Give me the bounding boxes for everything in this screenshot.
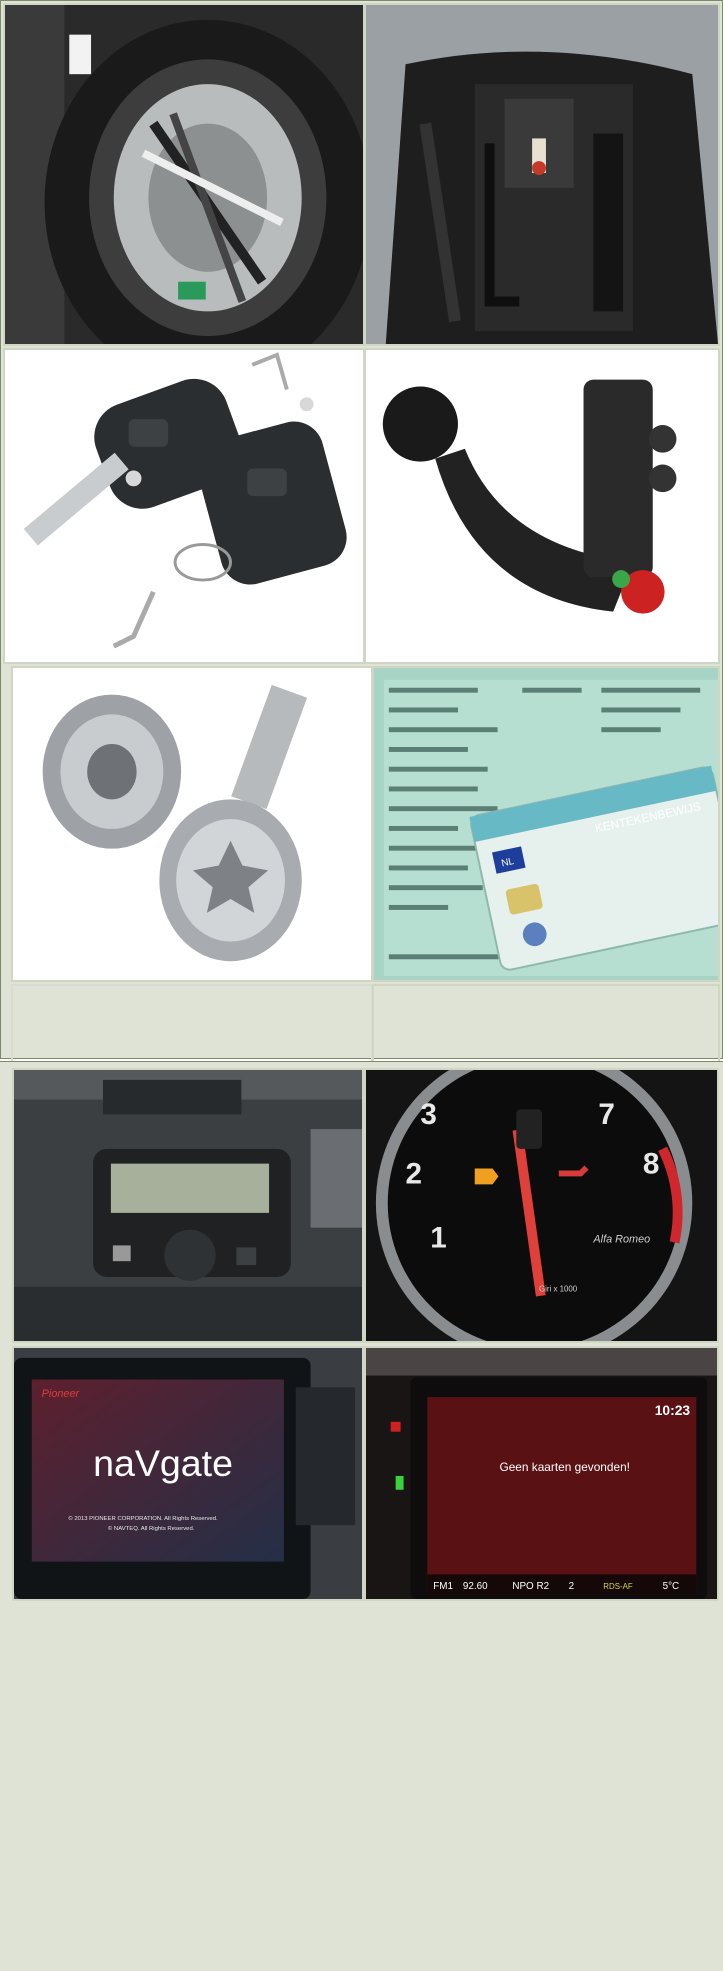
navigation-radio-display-photo: 10:23 Geen kaarten gevonden! FM1 92.60 N… <box>364 1346 719 1601</box>
owners-manual-photo-row4 <box>10 983 372 1059</box>
radio-station: NPO R2 <box>512 1581 549 1592</box>
radio-frequency: 92.60 <box>463 1581 488 1592</box>
tow-hitch-photo <box>364 348 720 664</box>
gauge-tick-8: 8 <box>643 1148 659 1181</box>
gauge-brand: Alfa Romeo <box>592 1233 650 1245</box>
radio-preset: 2 <box>569 1581 574 1592</box>
navgate-copyright-1: © 2013 PIONEER CORPORATION. All Rights R… <box>68 1515 218 1522</box>
top-photo-panel: KENTEKENBEWIJS NL <box>0 0 723 1284</box>
flip-car-keys-photo <box>3 348 365 664</box>
navgate-pioneer-brand: Pioneer <box>42 1388 80 1400</box>
vehicle-registration-card-photo: KENTEKENBEWIJS NL <box>372 666 720 982</box>
gauge-unit: Giri x 1000 <box>539 1285 578 1294</box>
radio-band: FM1 <box>433 1581 453 1592</box>
radio-clock: 10:23 <box>655 1402 691 1418</box>
radio-temperature: 5°C <box>663 1581 680 1592</box>
bottom-photo-panel: 3 2 1 7 8 Alfa Romeo Giri x 1000 Pioneer… <box>0 1061 723 1971</box>
locking-wheel-bolt-photo <box>11 666 373 982</box>
gauge-tick-1: 1 <box>430 1221 446 1254</box>
pioneer-navgate-screen-photo: Pioneer naVgate © 2013 PIONEER CORPORATI… <box>12 1346 364 1601</box>
gauge-tick-2: 2 <box>406 1157 422 1190</box>
navgate-logo: naVgate <box>93 1442 233 1484</box>
radio-rds: RDS-AF <box>603 1582 633 1591</box>
rev-counter-warning-lights-photo: 3 2 1 7 8 Alfa Romeo Giri x 1000 <box>364 1068 719 1343</box>
spare-wheel-toolkit-photo <box>3 3 365 346</box>
navgate-copyright-2: © NAVTEQ. All Rights Reserved. <box>108 1525 195 1532</box>
gauge-tick-7: 7 <box>598 1098 614 1131</box>
handsfree-car-kit-photo <box>12 1068 364 1343</box>
gauge-tick-3: 3 <box>420 1098 436 1131</box>
trunk-storage-tray-photo <box>364 3 720 346</box>
radio-no-maps-message: Geen kaarten gevonden! <box>499 1460 630 1474</box>
